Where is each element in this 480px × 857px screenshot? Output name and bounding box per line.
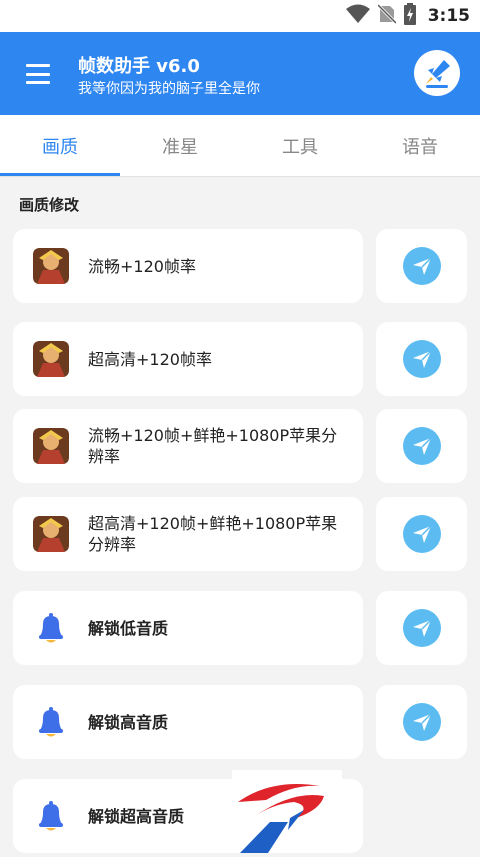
option-label: 超高清+120帧+鲜艳+1080P苹果分辨率: [88, 514, 338, 554]
wifi-icon: [345, 4, 370, 28]
no-sim-icon: [376, 3, 397, 28]
bell-icon: [33, 798, 69, 834]
option-label: 解锁超高音质: [88, 806, 185, 826]
tab-bar: 画质 准星 工具 语音: [0, 115, 480, 177]
list-item: 解锁高音质: [13, 685, 467, 759]
tab-tools[interactable]: 工具: [240, 115, 360, 176]
bell-icon: [33, 704, 69, 740]
list-item: 流畅+120帧+鲜艳+1080P苹果分辨率: [13, 409, 467, 483]
app-bar: 帧数助手 v6.0 我等你因为我的脑子里全是你: [0, 32, 480, 115]
list-item: 超高清+120帧+鲜艳+1080P苹果分辨率: [13, 497, 467, 571]
option-card[interactable]: 流畅+120帧率: [13, 229, 363, 303]
list-item: 超高清+120帧率: [13, 322, 467, 396]
option-card[interactable]: 解锁低音质: [13, 591, 363, 665]
battery-charging-icon: [403, 3, 416, 29]
option-label: 流畅+120帧+鲜艳+1080P苹果分辨率: [88, 426, 338, 466]
send-button[interactable]: [402, 609, 441, 647]
paper-plane-icon: [412, 525, 432, 543]
watermark-logo: [232, 770, 342, 853]
tab-quality[interactable]: 画质: [0, 115, 120, 176]
hamburger-menu-icon[interactable]: [24, 60, 52, 88]
send-button[interactable]: [402, 515, 441, 553]
send-button[interactable]: [402, 247, 441, 285]
send-button[interactable]: [402, 340, 441, 378]
app-subtitle: 我等你因为我的脑子里全是你: [78, 81, 260, 97]
send-card: [376, 229, 467, 303]
app-title: 帧数助手 v6.0: [78, 56, 200, 77]
paper-plane-icon: [412, 619, 432, 637]
rocket-logo-icon[interactable]: [414, 50, 460, 96]
paper-plane-icon: [412, 257, 432, 275]
send-card: [376, 497, 467, 571]
paper-plane-icon: [412, 350, 432, 368]
paper-plane-icon: [412, 713, 432, 731]
tab-voice[interactable]: 语音: [360, 115, 480, 176]
section-title: 画质修改: [19, 196, 80, 214]
send-card: [376, 322, 467, 396]
list-item: 流畅+120帧率: [13, 229, 467, 303]
game-avatar-icon: [33, 428, 69, 464]
option-label: 超高清+120帧率: [88, 349, 212, 369]
status-time: 3:15: [427, 6, 470, 26]
option-label: 流畅+120帧率: [88, 256, 196, 276]
send-card: [376, 685, 467, 759]
send-card: [376, 409, 467, 483]
option-card[interactable]: 超高清+120帧+鲜艳+1080P苹果分辨率: [13, 497, 363, 571]
option-card[interactable]: 流畅+120帧+鲜艳+1080P苹果分辨率: [13, 409, 363, 483]
option-card[interactable]: 超高清+120帧率: [13, 322, 363, 396]
send-button[interactable]: [402, 427, 441, 465]
send-button[interactable]: [402, 703, 441, 741]
tab-crosshair[interactable]: 准星: [120, 115, 240, 176]
option-label: 解锁低音质: [88, 618, 169, 638]
option-label: 解锁高音质: [88, 712, 169, 732]
status-bar: 3:15: [0, 0, 480, 32]
status-icons: 3:15: [345, 0, 470, 32]
bell-icon: [33, 610, 69, 646]
send-card: [376, 591, 467, 665]
game-avatar-icon: [33, 248, 69, 284]
game-avatar-icon: [33, 341, 69, 377]
list-item: 解锁低音质: [13, 591, 467, 665]
game-avatar-icon: [33, 516, 69, 552]
paper-plane-icon: [412, 437, 432, 455]
option-card[interactable]: 解锁高音质: [13, 685, 363, 759]
